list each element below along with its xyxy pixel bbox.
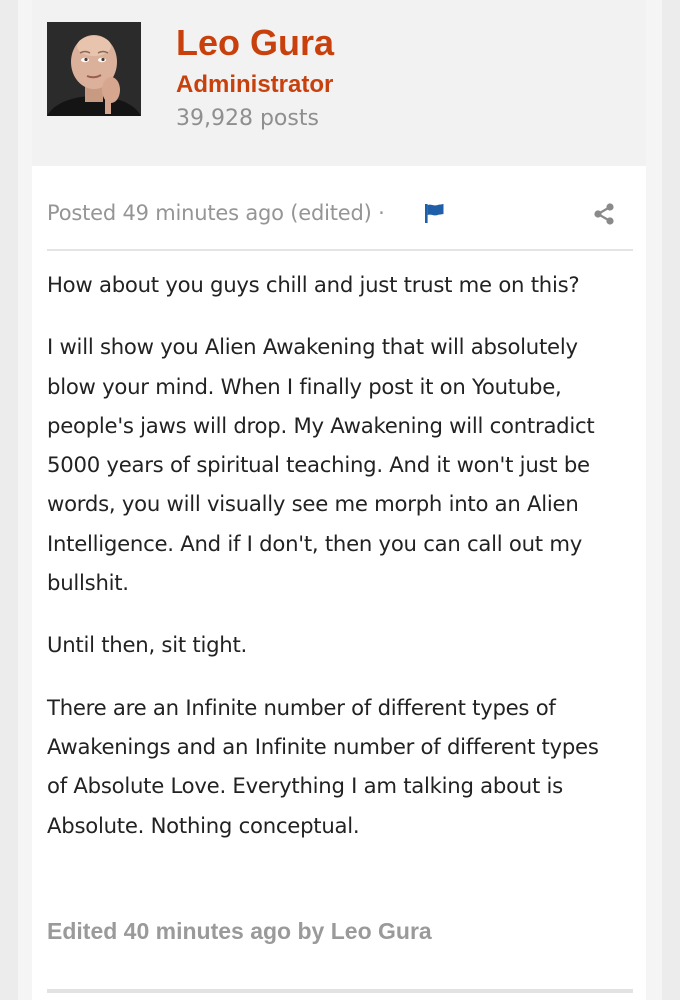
author-role: Administrator (176, 71, 334, 98)
post-paragraph: There are an Infinite number of differen… (47, 694, 599, 838)
avatar[interactable] (47, 22, 141, 116)
post-paragraph: I will show you Alien Awakening that wil… (47, 334, 595, 596)
post-paragraph: Until then, sit tight. (47, 632, 248, 658)
author-header: Leo Gura Administrator 39,928 posts (32, 0, 646, 166)
flag-icon[interactable] (423, 202, 445, 224)
share-icon[interactable] (592, 202, 616, 226)
divider (47, 989, 633, 993)
post-body: How about you guys chill and just trust … (47, 265, 619, 868)
divider (47, 249, 633, 251)
avatar-image (47, 22, 141, 116)
posted-timestamp[interactable]: Posted 49 minutes ago (edited) · (47, 196, 385, 230)
post-meta: Posted 49 minutes ago (edited) · (47, 196, 633, 232)
edited-note: Edited 40 minutes ago by Leo Gura (47, 918, 432, 944)
post-paragraph: How about you guys chill and just trust … (47, 272, 580, 297)
forum-post: Leo Gura Administrator 39,928 posts Post… (32, 0, 646, 1000)
author-post-count: 39,928 posts (176, 106, 319, 131)
author-name[interactable]: Leo Gura (176, 22, 334, 64)
